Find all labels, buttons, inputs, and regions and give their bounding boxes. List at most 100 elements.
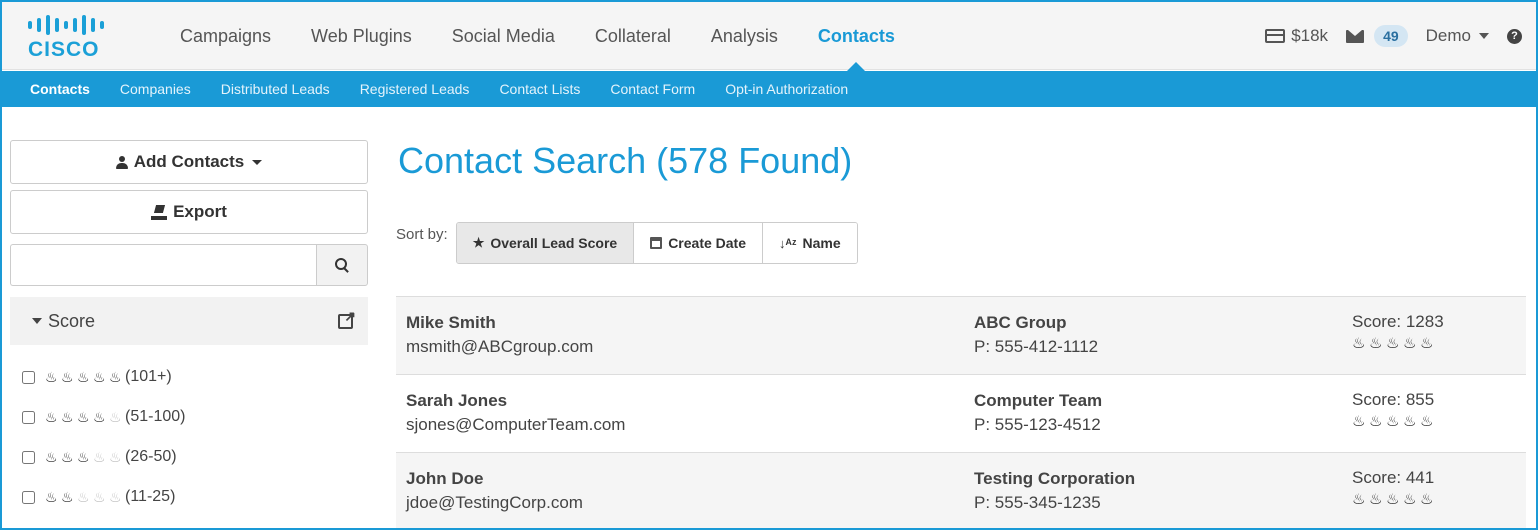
subnav-item-registered-leads[interactable]: Registered Leads xyxy=(350,81,490,97)
score-facet-header[interactable]: Score xyxy=(10,297,368,345)
external-link-icon[interactable] xyxy=(338,308,356,329)
credit-amount: $18k xyxy=(1291,26,1329,45)
envelope-icon xyxy=(1346,29,1365,43)
flame-icon: ♨ xyxy=(1403,491,1417,508)
score-flames: ♨ ♨ ♨ ♨ ♨ xyxy=(1352,492,1436,507)
sort-by-name-button[interactable]: ↓ᴬᶻ Name xyxy=(763,223,857,263)
nav-item-collateral[interactable]: Collateral xyxy=(575,2,691,70)
contact-name-cell: Mike Smith msmith@ABCgroup.com xyxy=(406,311,593,359)
nav-item-social-media[interactable]: Social Media xyxy=(432,2,575,70)
page-title: Contact Search (578 Found) xyxy=(398,140,853,181)
flame-icon: ♨ xyxy=(1352,335,1366,352)
nav-item-contacts[interactable]: Contacts xyxy=(798,2,915,71)
user-nav: $18k 49 Demo ? xyxy=(1265,2,1522,70)
flame-icon: ♨ xyxy=(1352,413,1366,430)
score-filter-checkbox[interactable] xyxy=(22,450,35,464)
caret-down-icon xyxy=(252,159,263,165)
user-name: Demo xyxy=(1425,26,1471,45)
contact-score-cell: Score: 441 ♨ ♨ ♨ ♨ ♨ xyxy=(1352,466,1436,507)
add-contacts-button[interactable]: Add Contacts xyxy=(10,140,368,184)
contact-row[interactable]: Sarah Jones sjones@ComputerTeam.com Comput… xyxy=(396,375,1526,453)
subnav-item-contacts[interactable]: Contacts xyxy=(20,81,110,97)
sort-bar: Sort by: ★ Overall Lead Score Create Dat… xyxy=(396,222,858,264)
search-icon xyxy=(335,258,349,272)
score-filter-row[interactable]: ♨ ♨ ♨ ♨ ♨ (11-25) xyxy=(10,477,370,517)
nav-item-web-plugins[interactable]: Web Plugins xyxy=(291,2,432,70)
subnav-item-contact-form[interactable]: Contact Form xyxy=(600,81,715,97)
score-filter-checkbox[interactable] xyxy=(22,490,35,504)
export-icon xyxy=(151,205,168,220)
contact-email: msmith@ABCgroup.com xyxy=(406,337,594,356)
contact-row[interactable]: John Doe jdoe@TestingCorp.com Testing Corp… xyxy=(396,453,1526,528)
export-button[interactable]: Export xyxy=(10,190,368,234)
flame-icon: ♨ xyxy=(1386,335,1400,352)
score-filter-row[interactable]: ♨ ♨ ♨ ♨ ♨ (26-50) xyxy=(10,437,370,477)
caret-down-icon xyxy=(32,318,42,324)
contact-name[interactable]: Sarah Jones xyxy=(406,389,625,413)
flame-icon: ♨ xyxy=(61,369,74,385)
contact-score: Score: 855 xyxy=(1352,390,1435,409)
score-filter-checkbox[interactable] xyxy=(22,370,35,384)
contact-company: Testing Corporation xyxy=(974,469,1136,488)
score-filter-checkbox[interactable] xyxy=(22,410,35,424)
flame-icon: ♨ xyxy=(1403,335,1417,352)
score-filter-row[interactable]: ♨ ♨ ♨ ♨ ♨ (51-100) xyxy=(10,397,370,437)
score-filter-row[interactable]: ♨ ♨ ♨ ♨ ♨ (101+) xyxy=(10,357,370,397)
messages[interactable]: 49 xyxy=(1346,25,1408,47)
contact-company-cell: Testing Corporation P: 555-345-1235 xyxy=(974,467,1135,515)
sort-by-lead-score-button[interactable]: ★ Overall Lead Score xyxy=(456,223,635,263)
flame-icon: ♨ xyxy=(109,449,122,465)
subnav-item-companies[interactable]: Companies xyxy=(110,81,211,97)
flame-icon: ♨ xyxy=(61,449,74,465)
sort-by-create-date-button[interactable]: Create Date xyxy=(634,223,764,263)
flame-icon: ♨ xyxy=(109,369,122,385)
contact-score: Score: 1283 xyxy=(1352,312,1444,331)
flame-icon: ♨ xyxy=(61,489,74,505)
subnav-item-distributed-leads[interactable]: Distributed Leads xyxy=(211,81,350,97)
flame-icon: ♨ xyxy=(1386,413,1400,430)
contact-company: Computer Team xyxy=(974,391,1103,410)
nav-item-analysis[interactable]: Analysis xyxy=(691,2,798,70)
score-range-label: (51-100) xyxy=(125,408,186,425)
question-circle-icon[interactable]: ? xyxy=(1507,28,1522,44)
cisco-logo-word: CISCO xyxy=(28,38,100,61)
main-nav: Campaigns Web Plugins Social Media Colla… xyxy=(160,2,915,71)
contact-company: ABC Group xyxy=(974,313,1067,332)
sub-navbar: Contacts Companies Distributed Leads Reg… xyxy=(2,71,1536,107)
contact-email: jdoe@TestingCorp.com xyxy=(406,493,583,512)
score-flames: ♨ ♨ ♨ ♨ ♨ xyxy=(45,450,123,464)
subnav-item-opt-in-authorization[interactable]: Opt-in Authorization xyxy=(715,81,868,97)
flame-icon: ♨ xyxy=(1352,491,1366,508)
flame-icon: ♨ xyxy=(1369,335,1383,352)
search-input[interactable] xyxy=(10,244,316,286)
flame-icon: ♨ xyxy=(77,409,90,425)
score-facet-label: Score xyxy=(48,310,96,331)
sort-button-group: ★ Overall Lead Score Create Date ↓ᴬᶻ Nam… xyxy=(455,222,858,264)
contact-name[interactable]: Mike Smith xyxy=(406,311,593,335)
score-range-label: (101+) xyxy=(125,368,172,385)
cisco-logo[interactable]: CISCO xyxy=(28,14,120,64)
contact-search xyxy=(10,244,368,286)
nav-item-campaigns[interactable]: Campaigns xyxy=(160,2,291,70)
user-menu[interactable]: Demo xyxy=(1426,26,1489,46)
credit-balance[interactable]: $18k xyxy=(1265,26,1328,46)
subnav-item-contact-lists[interactable]: Contact Lists xyxy=(489,81,600,97)
score-flames: ♨ ♨ ♨ ♨ ♨ xyxy=(45,410,123,424)
sort-option-label: Create Date xyxy=(668,235,747,251)
flame-icon: ♨ xyxy=(1420,413,1434,430)
contact-phone: P: 555-345-1235 xyxy=(974,493,1101,512)
flame-icon: ♨ xyxy=(77,489,90,505)
contact-row[interactable]: Mike Smith msmith@ABCgroup.com ABC Group P:… xyxy=(396,297,1526,375)
contact-score-cell: Score: 855 ♨ ♨ ♨ ♨ ♨ xyxy=(1352,388,1436,429)
flame-icon: ♨ xyxy=(109,409,122,425)
contact-phone: P: 555-412-1112 xyxy=(974,337,1099,356)
flame-icon: ♨ xyxy=(45,409,58,425)
score-flames: ♨ ♨ ♨ ♨ ♨ xyxy=(45,370,123,384)
top-navbar: CISCO Campaigns Web Plugins Social Media… xyxy=(2,2,1536,71)
flame-icon: ♨ xyxy=(77,449,90,465)
score-flames: ♨ ♨ ♨ ♨ ♨ xyxy=(45,490,123,504)
main-content: Contact Search (578 Found) Sort by: ★ Ov… xyxy=(396,140,1526,528)
contact-name[interactable]: John Doe xyxy=(406,467,583,491)
sort-option-label: Overall Lead Score xyxy=(490,235,618,251)
search-button[interactable] xyxy=(316,244,368,286)
